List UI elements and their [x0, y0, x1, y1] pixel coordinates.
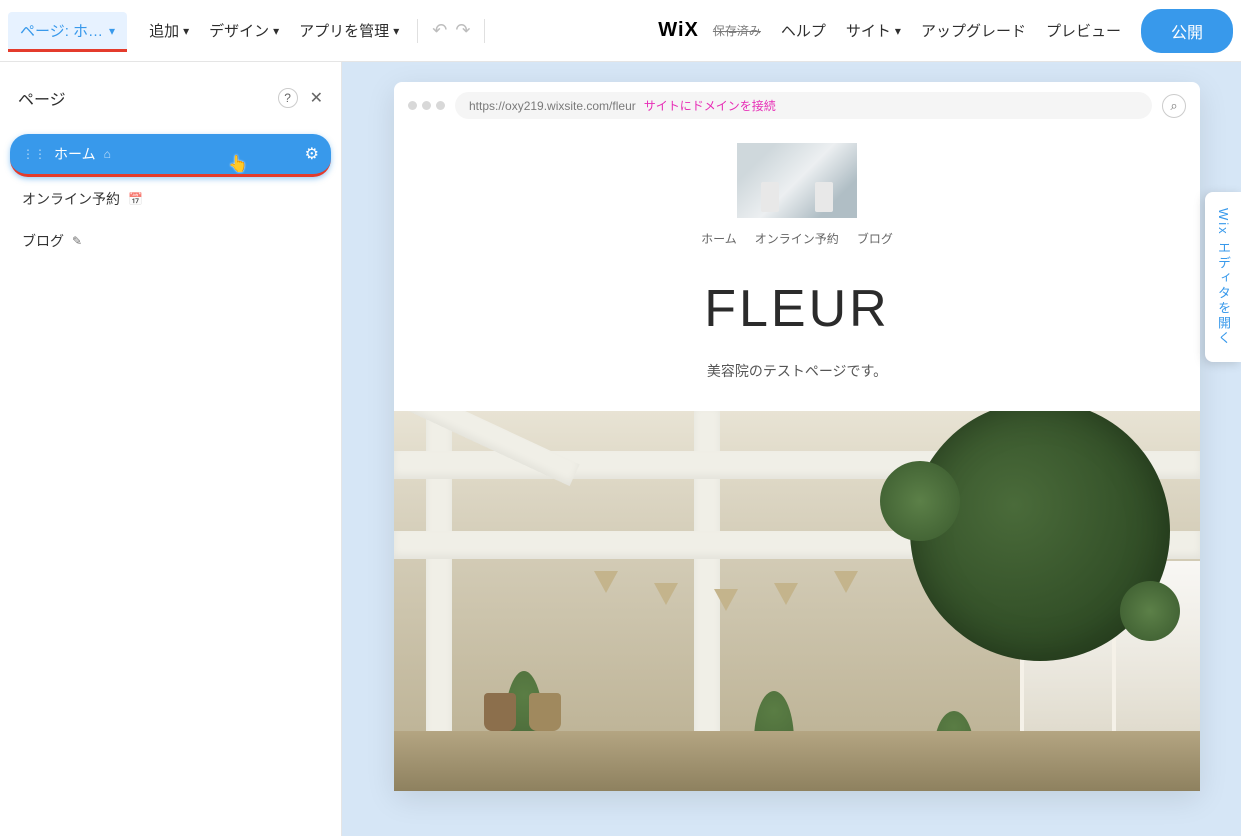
menu-manage-apps[interactable]: アプリを管理 ▾	[289, 12, 409, 49]
window-dot	[422, 101, 431, 110]
site-title: FLEUR	[394, 279, 1200, 339]
nav-blog[interactable]: ブログ	[857, 230, 893, 247]
editor-canvas[interactable]: https://oxy219.wixsite.com/fleur サイトにドメイ…	[342, 62, 1241, 836]
menu-preview-label: プレビュー	[1046, 20, 1121, 41]
save-status: 保存済み	[713, 22, 761, 39]
menu-site-label: サイト	[846, 20, 891, 41]
pages-panel-title: ページ	[18, 86, 66, 110]
home-icon: ⌂	[104, 147, 111, 161]
page-item-label: ホーム	[54, 144, 96, 164]
connect-domain-link[interactable]: サイトにドメインを接続	[644, 97, 776, 114]
window-dot	[436, 101, 445, 110]
drag-handle-icon[interactable]: ⋮⋮	[22, 147, 46, 161]
site-preview-frame: https://oxy219.wixsite.com/fleur サイトにドメイ…	[394, 82, 1200, 791]
site-subtitle: 美容院のテストページです。	[394, 361, 1200, 381]
undo-icon[interactable]: ↶	[432, 20, 447, 41]
menu-manage-apps-label: アプリを管理	[299, 20, 389, 41]
chevron-down-icon: ▾	[393, 24, 399, 38]
window-dot	[408, 101, 417, 110]
header-image	[737, 143, 857, 218]
page-selector-label: ページ: ホ…	[20, 20, 103, 41]
nav-home[interactable]: ホーム	[701, 230, 737, 247]
calendar-icon: 📅	[128, 192, 143, 206]
toolbar-divider	[484, 19, 485, 43]
menu-upgrade[interactable]: アップグレード	[911, 12, 1036, 49]
menu-design-label: デザイン	[209, 20, 269, 41]
chevron-down-icon: ▾	[895, 24, 901, 38]
site-url: https://oxy219.wixsite.com/fleur	[469, 99, 636, 113]
page-item-label: ブログ	[22, 231, 64, 251]
menu-add[interactable]: 追加 ▾	[139, 12, 199, 49]
search-icon[interactable]: ⌕	[1162, 94, 1186, 118]
menu-add-label: 追加	[149, 20, 179, 41]
cursor-icon: 👆	[228, 154, 248, 174]
pages-panel-header: ページ ? ✕	[0, 86, 341, 128]
menu-upgrade-label: アップグレード	[921, 20, 1026, 41]
undo-redo-group: ↶ ↷	[426, 20, 476, 41]
close-icon[interactable]: ✕	[310, 88, 323, 108]
open-wix-editor-label: Wix エディタを開く	[1216, 208, 1231, 346]
site-nav: ホーム オンライン予約 ブログ	[394, 230, 1200, 247]
publish-button-label: 公開	[1171, 25, 1203, 42]
page-selector[interactable]: ページ: ホ… ▾	[8, 12, 127, 52]
frame-topbar: https://oxy219.wixsite.com/fleur サイトにドメイ…	[394, 82, 1200, 129]
publish-button[interactable]: 公開	[1141, 9, 1233, 53]
top-toolbar: ページ: ホ… ▾ 追加 ▾ デザイン ▾ アプリを管理 ▾ ↶ ↷ WiX 保…	[0, 0, 1241, 62]
blog-icon: ✎	[72, 234, 82, 248]
page-item-booking[interactable]: オンライン予約 📅	[10, 179, 331, 219]
chevron-down-icon: ▾	[273, 24, 279, 38]
menu-site[interactable]: サイト ▾	[836, 12, 911, 49]
toolbar-divider	[417, 19, 418, 43]
redo-icon[interactable]: ↷	[455, 20, 470, 41]
menu-preview[interactable]: プレビュー	[1036, 12, 1131, 49]
menu-design[interactable]: デザイン ▾	[199, 12, 289, 49]
page-item-blog[interactable]: ブログ ✎	[10, 221, 331, 261]
page-item-label: オンライン予約	[22, 189, 120, 209]
site-preview-content[interactable]: ホーム オンライン予約 ブログ FLEUR 美容院のテストページです。	[394, 143, 1200, 791]
pages-panel: ページ ? ✕ ⋮⋮ ホーム ⌂ ⚙ 👆 オンライン予約 📅 ブログ ✎	[0, 62, 342, 836]
gear-icon[interactable]: ⚙	[305, 144, 319, 164]
open-wix-editor-tab[interactable]: Wix エディタを開く	[1205, 192, 1241, 362]
menu-help-label: ヘルプ	[781, 20, 826, 41]
chevron-down-icon: ▾	[109, 24, 115, 38]
chevron-down-icon: ▾	[183, 24, 189, 38]
nav-booking[interactable]: オンライン予約	[755, 230, 839, 247]
help-icon[interactable]: ?	[278, 88, 298, 108]
hero-image	[394, 411, 1200, 791]
page-item-home[interactable]: ⋮⋮ ホーム ⌂ ⚙ 👆	[10, 134, 331, 177]
wix-logo: WiX	[658, 19, 699, 42]
page-list: ⋮⋮ ホーム ⌂ ⚙ 👆 オンライン予約 📅 ブログ ✎	[0, 128, 341, 269]
address-bar[interactable]: https://oxy219.wixsite.com/fleur サイトにドメイ…	[455, 92, 1152, 119]
menu-help[interactable]: ヘルプ	[771, 12, 836, 49]
window-controls	[408, 101, 445, 110]
